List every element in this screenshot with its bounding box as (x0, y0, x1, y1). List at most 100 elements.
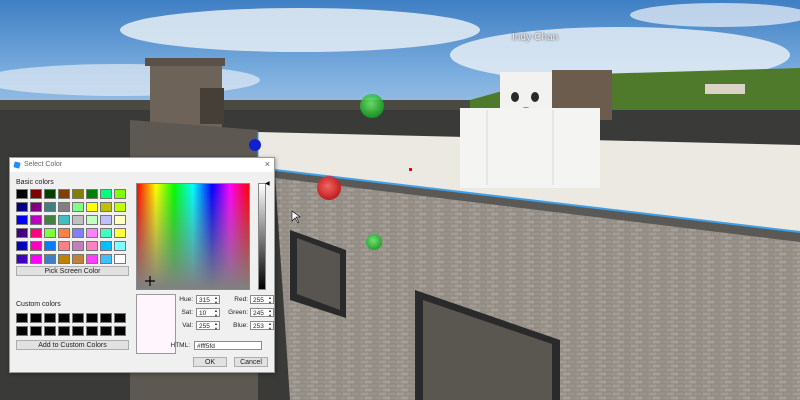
custom-color-swatch[interactable] (72, 313, 84, 323)
basic-color-swatch[interactable] (16, 189, 28, 199)
green-spinbox[interactable]: 245 ▲ ▼ (250, 308, 274, 317)
basic-color-swatch[interactable] (72, 189, 84, 199)
custom-color-swatch[interactable] (44, 313, 56, 323)
custom-color-swatch[interactable] (58, 313, 70, 323)
basic-color-swatch[interactable] (100, 215, 112, 225)
basic-color-swatch[interactable] (86, 254, 98, 264)
custom-colors-grid (16, 313, 126, 336)
basic-color-swatch[interactable] (30, 228, 42, 238)
luminance-slider[interactable] (258, 183, 266, 290)
sat-value: 10 (199, 310, 207, 317)
custom-color-swatch[interactable] (114, 326, 126, 336)
custom-color-swatch[interactable] (16, 326, 28, 336)
basic-color-swatch[interactable] (100, 228, 112, 238)
basic-color-swatch[interactable] (44, 228, 56, 238)
basic-color-swatch[interactable] (30, 215, 42, 225)
basic-color-swatch[interactable] (114, 228, 126, 238)
basic-color-swatch[interactable] (100, 202, 112, 212)
red-label: Red: (234, 296, 248, 303)
basic-color-swatch[interactable] (58, 254, 70, 264)
basic-color-swatch[interactable] (72, 241, 84, 251)
spin-arrows-icon[interactable]: ▲ ▼ (214, 295, 218, 305)
basic-color-swatch[interactable] (114, 202, 126, 212)
green-value: 245 (253, 310, 264, 317)
hue-saturation-picker[interactable] (136, 183, 250, 290)
basic-color-swatch[interactable] (58, 189, 70, 199)
custom-color-swatch[interactable] (100, 313, 112, 323)
basic-color-swatch[interactable] (44, 215, 56, 225)
sat-spinbox[interactable]: 10 ▲ ▼ (196, 308, 220, 317)
basic-color-swatch[interactable] (72, 254, 84, 264)
basic-color-swatch[interactable] (86, 189, 98, 199)
custom-color-swatch[interactable] (30, 326, 42, 336)
val-value: 255 (199, 323, 210, 330)
custom-color-swatch[interactable] (86, 326, 98, 336)
custom-color-swatch[interactable] (16, 313, 28, 323)
pick-screen-color-button[interactable]: Pick Screen Color (16, 266, 129, 276)
html-label: HTML: (170, 342, 191, 349)
red-spinbox[interactable]: 255 ▲ ▼ (250, 295, 274, 304)
basic-color-swatch[interactable] (86, 202, 98, 212)
basic-color-swatch[interactable] (16, 215, 28, 225)
basic-color-swatch[interactable] (100, 189, 112, 199)
basic-color-swatch[interactable] (72, 228, 84, 238)
sat-label: Sat: (181, 309, 193, 316)
basic-color-swatch[interactable] (16, 254, 28, 264)
custom-colors-label: Custom colors (16, 301, 61, 308)
ok-button[interactable]: OK (193, 357, 227, 367)
val-spinbox[interactable]: 255 ▲ ▼ (196, 321, 220, 330)
basic-color-swatch[interactable] (44, 254, 56, 264)
spin-arrows-icon[interactable]: ▲ ▼ (214, 321, 218, 331)
basic-color-swatch[interactable] (100, 254, 112, 264)
html-hex-input[interactable]: #fff5fd (194, 341, 262, 350)
basic-color-swatch[interactable] (30, 241, 42, 251)
spin-arrows-icon[interactable]: ▲ ▼ (268, 321, 272, 331)
basic-color-swatch[interactable] (100, 241, 112, 251)
basic-color-swatch[interactable] (86, 215, 98, 225)
basic-color-swatch[interactable] (72, 202, 84, 212)
player-name-tag: Indy-Chan (512, 32, 559, 43)
luminance-arrow-icon[interactable]: ◀ (265, 180, 270, 187)
basic-color-swatch[interactable] (86, 228, 98, 238)
studio-app-icon (13, 161, 21, 169)
custom-color-swatch[interactable] (114, 313, 126, 323)
basic-color-swatch[interactable] (114, 215, 126, 225)
custom-color-swatch[interactable] (100, 326, 112, 336)
add-to-custom-colors-button[interactable]: Add to Custom Colors (16, 340, 129, 350)
basic-color-swatch[interactable] (114, 189, 126, 199)
basic-color-swatch[interactable] (44, 241, 56, 251)
select-color-dialog: Select Color × Basic colors Pick Screen … (9, 157, 275, 373)
red-value: 255 (253, 297, 264, 304)
basic-color-swatch[interactable] (44, 189, 56, 199)
basic-color-swatch[interactable] (58, 215, 70, 225)
crosshair-icon (145, 276, 155, 286)
basic-color-swatch[interactable] (58, 241, 70, 251)
custom-color-swatch[interactable] (86, 313, 98, 323)
basic-color-swatch[interactable] (114, 241, 126, 251)
cancel-button[interactable]: Cancel (234, 357, 268, 367)
spin-arrows-icon[interactable]: ▲ ▼ (214, 308, 218, 318)
close-icon[interactable]: × (265, 159, 270, 169)
custom-color-swatch[interactable] (58, 326, 70, 336)
hue-spinbox[interactable]: 315 ▲ ▼ (196, 295, 220, 304)
basic-color-swatch[interactable] (72, 215, 84, 225)
green-label: Green: (228, 309, 248, 316)
basic-color-swatch[interactable] (30, 254, 42, 264)
custom-color-swatch[interactable] (30, 313, 42, 323)
basic-color-swatch[interactable] (86, 241, 98, 251)
custom-color-swatch[interactable] (44, 326, 56, 336)
basic-color-swatch[interactable] (58, 202, 70, 212)
dialog-titlebar[interactable]: Select Color × (10, 158, 274, 172)
basic-color-swatch[interactable] (44, 202, 56, 212)
basic-color-swatch[interactable] (114, 254, 126, 264)
custom-color-swatch[interactable] (72, 326, 84, 336)
spin-arrows-icon[interactable]: ▲ ▼ (268, 295, 272, 305)
blue-spinbox[interactable]: 253 ▲ ▼ (250, 321, 274, 330)
spin-arrows-icon[interactable]: ▲ ▼ (268, 308, 272, 318)
basic-color-swatch[interactable] (16, 202, 28, 212)
basic-color-swatch[interactable] (30, 189, 42, 199)
basic-color-swatch[interactable] (16, 241, 28, 251)
basic-color-swatch[interactable] (30, 202, 42, 212)
basic-color-swatch[interactable] (58, 228, 70, 238)
basic-color-swatch[interactable] (16, 228, 28, 238)
